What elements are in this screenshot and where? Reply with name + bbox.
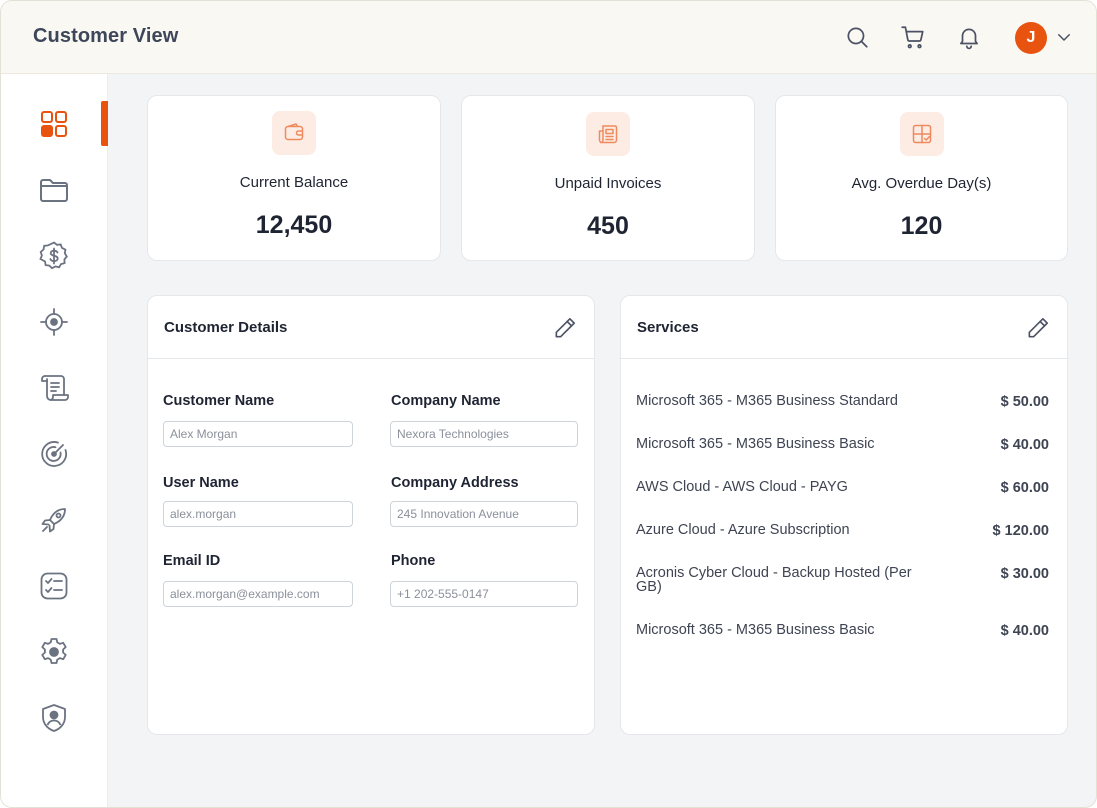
search-icon[interactable] xyxy=(844,24,870,50)
company-address-field[interactable] xyxy=(390,501,578,527)
active-indicator xyxy=(101,101,108,146)
service-name: Microsoft 365 - M365 Business Basic xyxy=(636,622,875,638)
dollar-badge-icon xyxy=(39,241,68,270)
page-title: Customer View xyxy=(33,25,179,47)
sidebar xyxy=(1,74,108,807)
calendar-check-icon xyxy=(899,112,944,156)
sidebar-item-monitoring[interactable] xyxy=(37,437,71,471)
stat-label: Unpaid Invoices xyxy=(554,175,662,192)
user-name-field[interactable] xyxy=(163,501,353,527)
panel-header: Customer Details xyxy=(148,296,594,359)
cart-icon[interactable] xyxy=(900,24,926,50)
sidebar-item-billing[interactable] xyxy=(37,239,71,273)
folder-icon xyxy=(40,179,68,202)
customer-name-field[interactable] xyxy=(163,421,353,447)
service-name: Microsoft 365 - M365 Business Standard xyxy=(636,393,898,409)
stat-card-unpaid-invoices: Unpaid Invoices 450 xyxy=(461,95,755,261)
email-field[interactable] xyxy=(163,581,353,607)
customer-name-label: Customer Name xyxy=(163,393,275,409)
email-label: Email ID xyxy=(163,553,221,569)
radar-icon xyxy=(41,441,68,467)
service-name: Acronis Cyber Cloud - Backup Hosted (Per… xyxy=(636,565,912,595)
stat-card-overdue-days: Avg. Overdue Day(s) 120 xyxy=(775,95,1068,261)
stat-card-balance: Current Balance 12,450 xyxy=(147,95,441,261)
dashboard-icon xyxy=(41,111,67,137)
stat-value: 12,450 xyxy=(255,211,333,239)
chevron-down-icon[interactable] xyxy=(1055,28,1073,46)
bell-icon[interactable] xyxy=(956,24,982,50)
sidebar-item-documents[interactable] xyxy=(37,371,71,405)
shield-user-icon xyxy=(42,704,66,732)
user-name-label: User Name xyxy=(163,475,239,491)
company-address-label: Company Address xyxy=(391,475,519,491)
customer-details-panel: Customer Details Customer Name Company N… xyxy=(147,295,595,735)
service-name: AWS Cloud - AWS Cloud - PAYG xyxy=(636,479,848,495)
sidebar-item-security[interactable] xyxy=(37,701,71,735)
services-panel: Services Microsoft 365 - M365 Business S… xyxy=(620,295,1068,735)
service-price: $ 30.00 xyxy=(1000,566,1049,582)
service-price: $ 60.00 xyxy=(1000,480,1049,496)
wallet-icon xyxy=(272,111,316,155)
stat-value: 450 xyxy=(587,212,629,240)
phone-field[interactable] xyxy=(390,581,578,607)
service-name: Azure Cloud - Azure Subscription xyxy=(636,522,850,538)
company-name-label: Company Name xyxy=(391,393,501,409)
app-window: Customer View J Current Balance 12,450 U… xyxy=(0,0,1097,808)
scroll-icon xyxy=(41,375,69,401)
service-price: $ 40.00 xyxy=(1000,623,1049,639)
rocket-icon xyxy=(41,508,66,533)
service-price: $ 120.00 xyxy=(992,523,1049,539)
phone-label: Phone xyxy=(391,553,436,569)
sidebar-item-tracking[interactable] xyxy=(37,305,71,339)
checklist-icon xyxy=(40,572,68,600)
sidebar-item-folders[interactable] xyxy=(37,173,71,207)
service-price: $ 40.00 xyxy=(1000,437,1049,453)
panel-title: Services xyxy=(637,319,699,336)
panel-header: Services xyxy=(621,296,1067,359)
top-header: Customer View J xyxy=(1,1,1096,74)
invoice-icon xyxy=(586,112,630,156)
service-price: $ 50.00 xyxy=(1000,394,1049,410)
service-name: Microsoft 365 - M365 Business Basic xyxy=(636,436,875,452)
edit-pencil-icon[interactable] xyxy=(1025,315,1051,341)
avatar[interactable]: J xyxy=(1015,22,1047,54)
sidebar-item-tasks[interactable] xyxy=(37,569,71,603)
sidebar-item-launch[interactable] xyxy=(37,503,71,537)
stat-label: Current Balance xyxy=(239,174,349,191)
stat-label: Avg. Overdue Day(s) xyxy=(851,175,992,192)
sidebar-item-settings[interactable] xyxy=(37,635,71,669)
gear-icon xyxy=(41,638,67,664)
sidebar-item-dashboard[interactable] xyxy=(37,107,71,141)
company-name-field[interactable] xyxy=(390,421,578,447)
target-icon xyxy=(40,308,68,336)
edit-pencil-icon[interactable] xyxy=(552,315,578,341)
panel-title: Customer Details xyxy=(164,319,288,336)
stat-value: 120 xyxy=(900,212,943,240)
